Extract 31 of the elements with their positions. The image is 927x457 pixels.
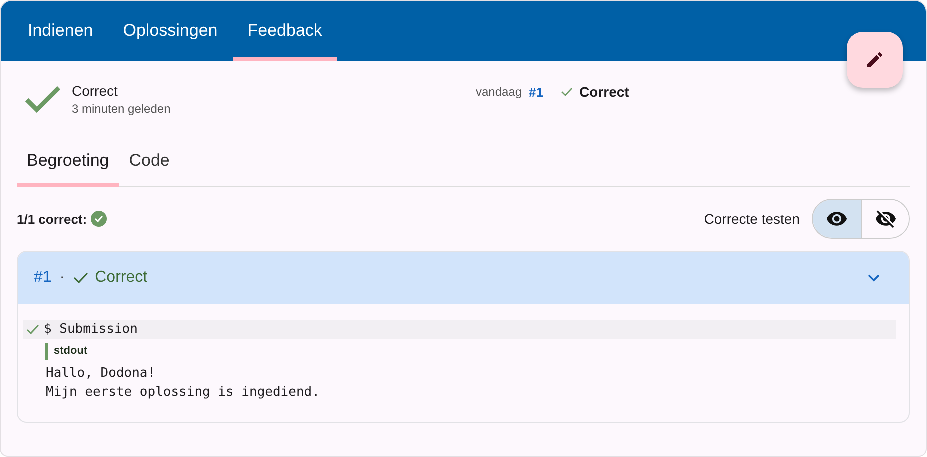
pencil-icon	[865, 50, 885, 70]
nav-tab[interactable]: Indienen	[13, 1, 108, 61]
command-text: $ Submission	[44, 322, 138, 337]
hide-button[interactable]	[861, 200, 909, 238]
eye-off-icon	[874, 208, 896, 230]
show-button[interactable]	[813, 200, 861, 238]
output-line: Hallo, Dodona!	[46, 365, 157, 383]
testcase-number: #1	[34, 269, 52, 287]
separator-text: ·	[60, 269, 66, 287]
chevron-icon	[867, 273, 881, 283]
nav-tab[interactable]: Oplossingen	[108, 1, 233, 61]
date-text: vandaag	[476, 85, 522, 99]
check-circle-icon	[91, 211, 108, 227]
output-line: Mijn eerste oplossing is ingediend.	[46, 384, 321, 402]
filter-label: Correcte testen	[704, 211, 800, 227]
submission-link[interactable]: #1	[529, 84, 544, 100]
check-icon	[24, 84, 62, 114]
edit-button[interactable]	[847, 32, 903, 88]
time-text: 3 minuten geleden	[72, 102, 172, 116]
section-tab[interactable]: Begroeting	[17, 139, 120, 187]
status-text: Correct	[72, 82, 119, 98]
channel-label: stdout	[45, 343, 893, 360]
check-icon	[26, 324, 40, 336]
section-tab[interactable]: Code	[119, 139, 180, 187]
testcase-header[interactable]: #1 · Correct	[18, 252, 909, 304]
check-icon	[560, 87, 573, 97]
testcase-status: Correct	[95, 269, 148, 287]
score-text: 1/1 correct:	[17, 212, 88, 226]
nav-tab[interactable]: Feedback	[232, 1, 338, 61]
check-icon	[73, 271, 90, 285]
result-text: Correct	[580, 84, 630, 100]
